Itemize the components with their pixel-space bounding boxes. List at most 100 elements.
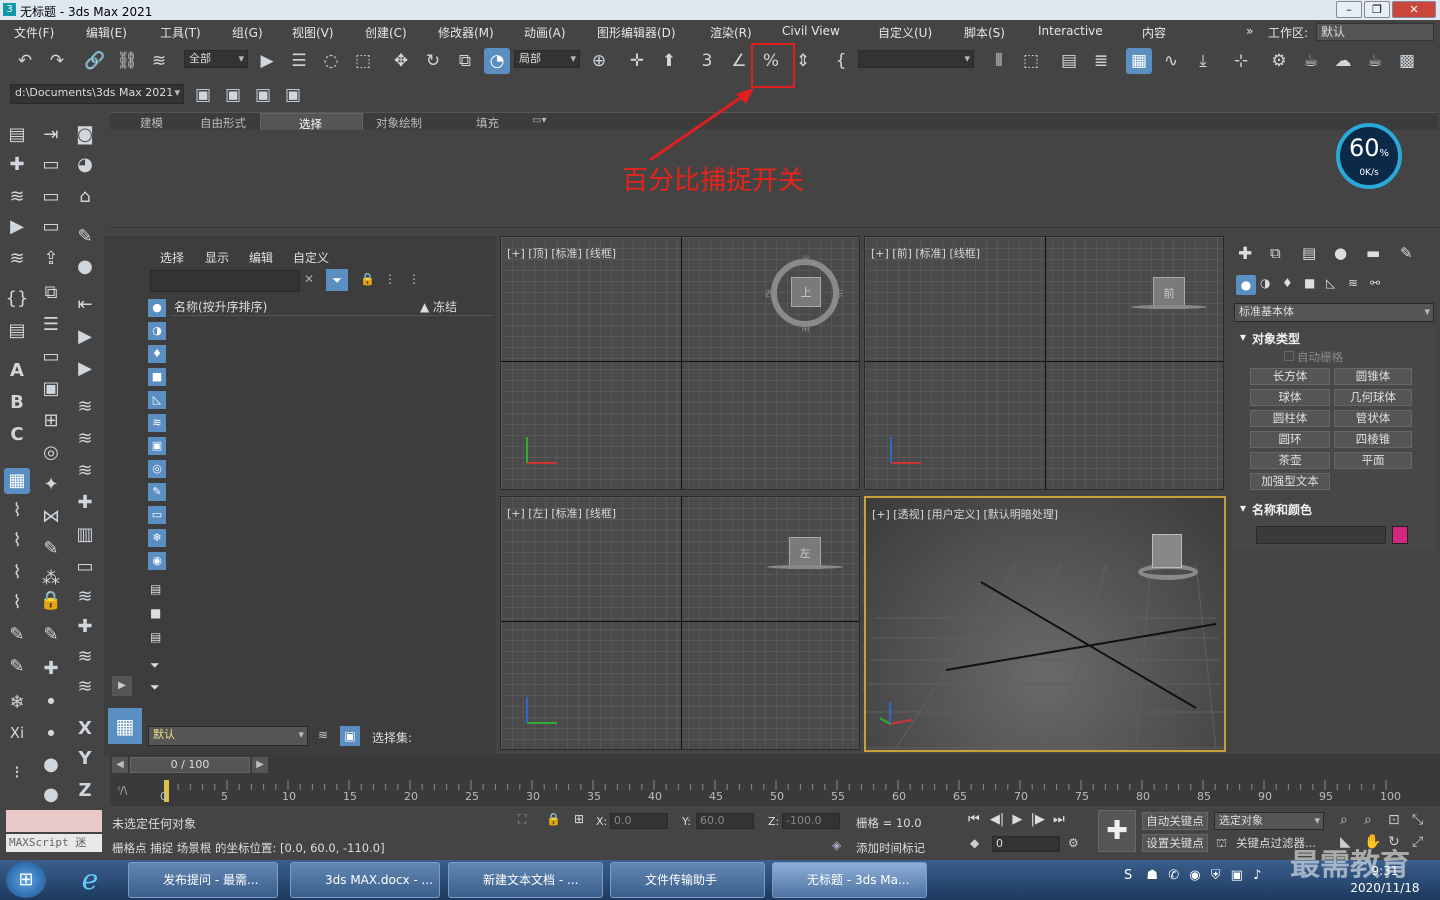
frozen-filter-icon[interactable]: ❄	[148, 529, 166, 547]
render-setup-icon[interactable]: ☕	[1298, 48, 1324, 74]
cylinder-button[interactable]: 圆柱体	[1250, 410, 1330, 427]
go-to-start-icon[interactable]: ⏮	[968, 812, 980, 827]
menu-create[interactable]: 创建(C)	[365, 24, 407, 41]
viewcube-ring[interactable]	[1131, 305, 1207, 309]
viewport-left-label[interactable]: [+] [左] [标准] [线框]	[507, 505, 616, 521]
brush-icon[interactable]: ✎	[72, 224, 98, 250]
start-button[interactable]: ⊞	[6, 862, 46, 898]
star-icon[interactable]: ✦	[38, 472, 64, 498]
display-tab-icon[interactable]: ▬	[1366, 244, 1380, 262]
selection-region-icon[interactable]: ◌	[318, 48, 344, 74]
containers-filter-icon[interactable]: ▭	[148, 506, 166, 524]
expand-panel-icon[interactable]: ▶	[112, 676, 132, 696]
viewcube[interactable]	[1138, 526, 1198, 584]
viewcube-ring[interactable]	[767, 565, 843, 569]
hidden-filter-icon[interactable]: ◉	[148, 552, 166, 570]
autogrid-checkbox[interactable]	[1284, 351, 1294, 361]
lasso-icon[interactable]: ⌇	[4, 498, 30, 524]
circle-icon[interactable]: ●	[38, 752, 64, 778]
menu-civil-view[interactable]: Civil View	[782, 24, 840, 38]
move-icon[interactable]: ✥	[388, 48, 414, 74]
brackets-icon[interactable]: {}	[4, 286, 30, 312]
plus-icon[interactable]: ✚	[72, 490, 98, 516]
key-selection-select[interactable]: 选定对象	[1214, 812, 1324, 830]
workspace-select[interactable]: 默认	[1316, 23, 1434, 41]
hierarchy-view-icon[interactable]: ⋮	[384, 272, 396, 286]
scene-menu-display[interactable]: 显示	[205, 249, 229, 266]
systems-category-icon[interactable]: ⚯	[1370, 276, 1380, 290]
database-icon[interactable]: ▤	[4, 318, 30, 344]
circle2-icon[interactable]: ●	[38, 782, 64, 808]
window-crossing-icon[interactable]: ⬚	[350, 48, 376, 74]
upload-icon[interactable]: ⇪	[38, 246, 64, 272]
cameras-filter-icon[interactable]: ■	[148, 368, 166, 386]
menu-scripting[interactable]: 脚本(S)	[964, 24, 1005, 41]
menu-interactive[interactable]: Interactive	[1038, 24, 1103, 38]
snaps-toggle-icon[interactable]: 3	[694, 48, 720, 74]
tab-modeling[interactable]: 建模	[140, 115, 163, 131]
column-freeze[interactable]: ▲ 冻结	[420, 298, 457, 315]
shapes-filter-icon[interactable]: ◑	[148, 322, 166, 340]
selection-set-icon[interactable]: ▣	[340, 726, 360, 746]
absolute-mode-icon[interactable]: ⊞	[574, 812, 584, 826]
paint-icon[interactable]: ✎	[4, 654, 30, 680]
motion-tab-icon[interactable]: ●	[1334, 244, 1347, 262]
stack3-icon[interactable]: ≋	[72, 426, 98, 452]
minimize-button[interactable]: –	[1336, 1, 1362, 18]
film-icon[interactable]: ▶	[72, 356, 98, 382]
menu-group[interactable]: 组(G)	[232, 24, 263, 41]
project-path-select[interactable]: d:\Documents\3ds Max 2021	[10, 84, 184, 104]
create-project-icon[interactable]: ▣	[250, 82, 276, 108]
scene-menu-edit[interactable]: 编辑	[249, 249, 273, 266]
network-icon[interactable]: ☗	[1146, 868, 1158, 883]
scene-menu-customize[interactable]: 自定义	[293, 249, 329, 266]
key-filter-icon[interactable]: ⛫	[1216, 836, 1227, 852]
spacewarps-category-icon[interactable]: ≋	[1348, 276, 1358, 290]
scale-icon[interactable]: ⧉	[452, 48, 478, 74]
shield-icon[interactable]: ⛨	[1211, 868, 1221, 883]
clear-search-icon[interactable]: ✕	[304, 272, 314, 286]
lasso3-icon[interactable]: ⌇	[4, 560, 30, 586]
curve-toggle-icon[interactable]: ⁱ/\	[118, 784, 127, 797]
go-to-end-icon[interactable]: ⏭	[1053, 812, 1065, 827]
tab-object-paint[interactable]: 对象绘制	[376, 115, 422, 131]
lights-filter-icon[interactable]: ♦	[148, 345, 166, 363]
taskbar-item-notepad[interactable]: 新建文本文档 - ...	[448, 862, 603, 898]
column-name[interactable]: 名称(按升序排序)	[174, 298, 267, 315]
merge-icon[interactable]: ⇥	[38, 122, 64, 148]
dots-icon[interactable]: ⁝	[4, 760, 30, 786]
lights-category-icon[interactable]: ♦	[1282, 276, 1293, 290]
torus-button[interactable]: 圆环	[1250, 431, 1330, 448]
taskbar-item-wechat[interactable]: 文件传输助手	[610, 862, 765, 898]
set-key-button[interactable]: 设置关键点	[1142, 834, 1208, 852]
plane-button[interactable]: 平面	[1334, 452, 1412, 469]
layers-stack-icon[interactable]: ≋	[318, 728, 328, 742]
cone-button[interactable]: 圆锥体	[1334, 368, 1412, 385]
placement-icon[interactable]: ◔	[484, 48, 510, 74]
geometry-filter-icon[interactable]: ●	[148, 299, 166, 317]
axis-y-icon[interactable]: Y	[72, 746, 98, 772]
stack4-icon[interactable]: ≋	[72, 458, 98, 484]
text-c-icon[interactable]: C	[4, 422, 30, 448]
scene-menu-select[interactable]: 选择	[160, 249, 184, 266]
prev-frame-icon[interactable]: ◀	[112, 757, 128, 773]
groups-filter-icon[interactable]: ▣	[148, 437, 166, 455]
layers-icon[interactable]: ≋	[4, 246, 30, 272]
rollout-toggle-icon[interactable]: ▾	[1240, 501, 1246, 515]
axis-x-icon[interactable]: X	[72, 716, 98, 742]
pyramid-button[interactable]: 四棱锥	[1334, 431, 1412, 448]
maxscript-listener[interactable]	[6, 810, 102, 832]
taskbar-item-3dsmax[interactable]: 无标题 - 3ds Ma...	[772, 862, 927, 898]
close-button[interactable]: ✕	[1392, 1, 1436, 18]
ribbon-toggle-icon[interactable]: ▦	[1126, 48, 1152, 74]
next-frame-icon[interactable]: ▶	[252, 757, 268, 773]
redo-icon[interactable]: ↷	[44, 48, 70, 74]
display-none-icon[interactable]: ■	[150, 606, 161, 620]
taskbar-item-word[interactable]: 3ds MAX.docx - ...	[290, 862, 440, 898]
rotate-icon[interactable]: ↻	[420, 48, 446, 74]
ie-icon[interactable]: e	[70, 862, 110, 898]
select-by-name-icon[interactable]: ☰	[286, 48, 312, 74]
play-icon[interactable]: ▶	[72, 324, 98, 350]
stack7-icon[interactable]: ≋	[72, 674, 98, 700]
select-icon[interactable]: ▶	[4, 214, 30, 240]
